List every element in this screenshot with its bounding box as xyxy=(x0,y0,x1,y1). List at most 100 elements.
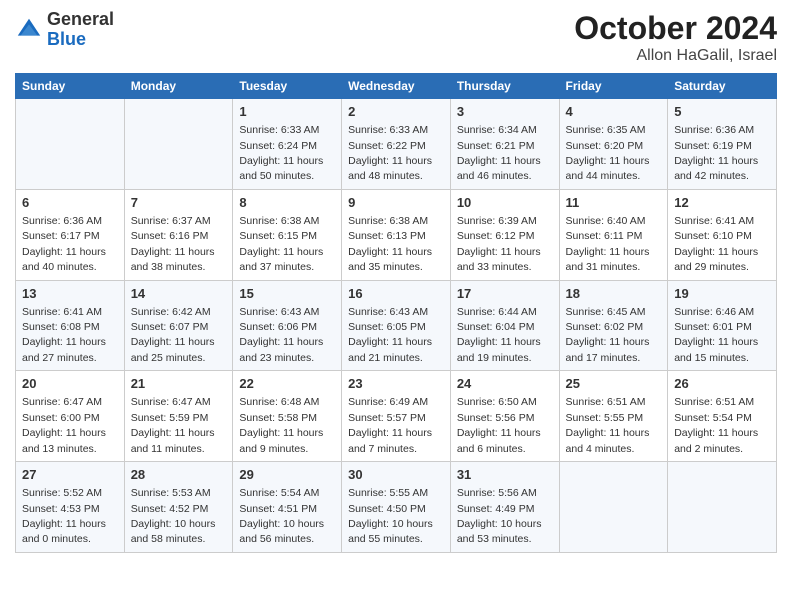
day-number: 7 xyxy=(131,194,227,212)
logo-text: General Blue xyxy=(47,10,114,50)
day-info: Sunrise: 6:35 AMSunset: 6:20 PMDaylight:… xyxy=(566,124,650,182)
calendar-day-cell: 22Sunrise: 6:48 AMSunset: 5:58 PMDayligh… xyxy=(233,371,342,462)
day-info: Sunrise: 5:53 AMSunset: 4:52 PMDaylight:… xyxy=(131,487,216,545)
calendar-day-cell xyxy=(559,462,668,553)
calendar-day-cell: 28 Sunrise: 5:53 AMSunset: 4:52 PMDayligh… xyxy=(124,462,233,553)
calendar-week-row: 27 Sunrise: 5:52 AMSunset: 4:53 PMDayligh… xyxy=(16,462,777,553)
day-number: 29 xyxy=(239,466,335,484)
title-block: October 2024 Allon HaGalil, Israel xyxy=(574,10,777,65)
day-info: Sunrise: 6:39 AMSunset: 6:12 PMDaylight:… xyxy=(457,215,541,273)
day-info: Sunrise: 5:52 AMSunset: 4:53 PMDaylight:… xyxy=(22,487,106,545)
calendar-day-cell xyxy=(16,99,125,190)
calendar-day-cell: 9 Sunrise: 6:38 AMSunset: 6:13 PMDaylight… xyxy=(342,189,451,280)
day-number: 27 xyxy=(22,466,118,484)
day-info: Sunrise: 6:50 AMSunset: 5:56 PMDaylight:… xyxy=(457,396,541,454)
day-info: Sunrise: 6:48 AMSunset: 5:58 PMDaylight:… xyxy=(239,396,323,454)
calendar-day-cell: 23 Sunrise: 6:49 AMSunset: 5:57 PMDayligh… xyxy=(342,371,451,462)
calendar-day-cell: 8Sunrise: 6:38 AMSunset: 6:15 PMDaylight… xyxy=(233,189,342,280)
day-info: Sunrise: 5:55 AMSunset: 4:50 PMDaylight:… xyxy=(348,487,433,545)
calendar-week-row: 13 Sunrise: 6:41 AMSunset: 6:08 PMDayligh… xyxy=(16,280,777,371)
day-info: Sunrise: 6:49 AMSunset: 5:57 PMDaylight:… xyxy=(348,396,432,454)
day-info: Sunrise: 6:38 AMSunset: 6:13 PMDaylight:… xyxy=(348,215,432,273)
calendar-day-cell xyxy=(124,99,233,190)
day-number: 6 xyxy=(22,194,118,212)
day-number: 5 xyxy=(674,103,770,121)
calendar-day-cell: 27 Sunrise: 5:52 AMSunset: 4:53 PMDayligh… xyxy=(16,462,125,553)
day-number: 28 xyxy=(131,466,227,484)
day-of-week-header: Wednesday xyxy=(342,74,451,99)
day-info: Sunrise: 6:42 AMSunset: 6:07 PMDaylight:… xyxy=(131,306,215,364)
day-number: 24 xyxy=(457,375,553,393)
calendar-table: SundayMondayTuesdayWednesdayThursdayFrid… xyxy=(15,73,777,553)
calendar-day-cell: 17 Sunrise: 6:44 AMSunset: 6:04 PMDayligh… xyxy=(450,280,559,371)
day-of-week-header: Sunday xyxy=(16,74,125,99)
day-info: Sunrise: 6:40 AMSunset: 6:11 PMDaylight:… xyxy=(566,215,650,273)
day-of-week-header: Saturday xyxy=(668,74,777,99)
calendar-week-row: 20 Sunrise: 6:47 AMSunset: 6:00 PMDayligh… xyxy=(16,371,777,462)
day-info: Sunrise: 6:33 AMSunset: 6:22 PMDaylight:… xyxy=(348,124,432,182)
calendar-day-cell: 29Sunrise: 5:54 AMSunset: 4:51 PMDayligh… xyxy=(233,462,342,553)
calendar-day-cell: 20 Sunrise: 6:47 AMSunset: 6:00 PMDayligh… xyxy=(16,371,125,462)
day-info: Sunrise: 6:41 AMSunset: 6:10 PMDaylight:… xyxy=(674,215,758,273)
day-number: 18 xyxy=(566,285,662,303)
day-info: Sunrise: 6:36 AMSunset: 6:19 PMDaylight:… xyxy=(674,124,758,182)
day-number: 8 xyxy=(239,194,335,212)
day-info: Sunrise: 5:56 AMSunset: 4:49 PMDaylight:… xyxy=(457,487,542,545)
logo-general: General xyxy=(47,9,114,29)
day-number: 4 xyxy=(566,103,662,121)
day-info: Sunrise: 6:51 AMSunset: 5:54 PMDaylight:… xyxy=(674,396,758,454)
calendar-day-cell: 7Sunrise: 6:37 AMSunset: 6:16 PMDaylight… xyxy=(124,189,233,280)
page-header: General Blue October 2024 Allon HaGalil,… xyxy=(15,10,777,65)
day-number: 19 xyxy=(674,285,770,303)
calendar-day-cell: 5 Sunrise: 6:36 AMSunset: 6:19 PMDaylight… xyxy=(668,99,777,190)
day-number: 14 xyxy=(131,285,227,303)
day-number: 9 xyxy=(348,194,444,212)
day-info: Sunrise: 6:51 AMSunset: 5:55 PMDaylight:… xyxy=(566,396,650,454)
day-number: 26 xyxy=(674,375,770,393)
day-number: 10 xyxy=(457,194,553,212)
day-of-week-header: Friday xyxy=(559,74,668,99)
calendar-day-cell: 26 Sunrise: 6:51 AMSunset: 5:54 PMDayligh… xyxy=(668,371,777,462)
day-number: 30 xyxy=(348,466,444,484)
day-of-week-header: Tuesday xyxy=(233,74,342,99)
day-info: Sunrise: 6:41 AMSunset: 6:08 PMDaylight:… xyxy=(22,306,106,364)
day-number: 13 xyxy=(22,285,118,303)
location-title: Allon HaGalil, Israel xyxy=(574,47,777,65)
day-of-week-header: Thursday xyxy=(450,74,559,99)
day-info: Sunrise: 6:47 AMSunset: 5:59 PMDaylight:… xyxy=(131,396,215,454)
day-number: 16 xyxy=(348,285,444,303)
day-info: Sunrise: 6:47 AMSunset: 6:00 PMDaylight:… xyxy=(22,396,106,454)
logo-blue: Blue xyxy=(47,29,86,49)
day-info: Sunrise: 6:46 AMSunset: 6:01 PMDaylight:… xyxy=(674,306,758,364)
day-number: 20 xyxy=(22,375,118,393)
calendar-day-cell: 14 Sunrise: 6:42 AMSunset: 6:07 PMDayligh… xyxy=(124,280,233,371)
calendar-day-cell: 31 Sunrise: 5:56 AMSunset: 4:49 PMDayligh… xyxy=(450,462,559,553)
month-title: October 2024 xyxy=(574,10,777,47)
calendar-day-cell: 10 Sunrise: 6:39 AMSunset: 6:12 PMDayligh… xyxy=(450,189,559,280)
day-number: 31 xyxy=(457,466,553,484)
logo-icon xyxy=(15,16,43,44)
day-number: 15 xyxy=(239,285,335,303)
calendar-day-cell: 19 Sunrise: 6:46 AMSunset: 6:01 PMDayligh… xyxy=(668,280,777,371)
calendar-day-cell: 24 Sunrise: 6:50 AMSunset: 5:56 PMDayligh… xyxy=(450,371,559,462)
calendar-day-cell: 16 Sunrise: 6:43 AMSunset: 6:05 PMDayligh… xyxy=(342,280,451,371)
calendar-day-cell: 12 Sunrise: 6:41 AMSunset: 6:10 PMDayligh… xyxy=(668,189,777,280)
page-container: General Blue October 2024 Allon HaGalil,… xyxy=(0,0,792,563)
day-number: 12 xyxy=(674,194,770,212)
day-number: 2 xyxy=(348,103,444,121)
day-number: 21 xyxy=(131,375,227,393)
day-info: Sunrise: 6:43 AMSunset: 6:05 PMDaylight:… xyxy=(348,306,432,364)
day-number: 17 xyxy=(457,285,553,303)
day-info: Sunrise: 6:34 AMSunset: 6:21 PMDaylight:… xyxy=(457,124,541,182)
day-info: Sunrise: 6:45 AMSunset: 6:02 PMDaylight:… xyxy=(566,306,650,364)
day-number: 23 xyxy=(348,375,444,393)
calendar-day-cell: 25Sunrise: 6:51 AMSunset: 5:55 PMDayligh… xyxy=(559,371,668,462)
calendar-day-cell: 1Sunrise: 6:33 AMSunset: 6:24 PMDaylight… xyxy=(233,99,342,190)
day-info: Sunrise: 6:44 AMSunset: 6:04 PMDaylight:… xyxy=(457,306,541,364)
calendar-day-cell: 2 Sunrise: 6:33 AMSunset: 6:22 PMDaylight… xyxy=(342,99,451,190)
calendar-day-cell: 18 Sunrise: 6:45 AMSunset: 6:02 PMDayligh… xyxy=(559,280,668,371)
calendar-day-cell: 13 Sunrise: 6:41 AMSunset: 6:08 PMDayligh… xyxy=(16,280,125,371)
day-number: 11 xyxy=(566,194,662,212)
calendar-day-cell: 15Sunrise: 6:43 AMSunset: 6:06 PMDayligh… xyxy=(233,280,342,371)
day-info: Sunrise: 6:36 AMSunset: 6:17 PMDaylight:… xyxy=(22,215,106,273)
